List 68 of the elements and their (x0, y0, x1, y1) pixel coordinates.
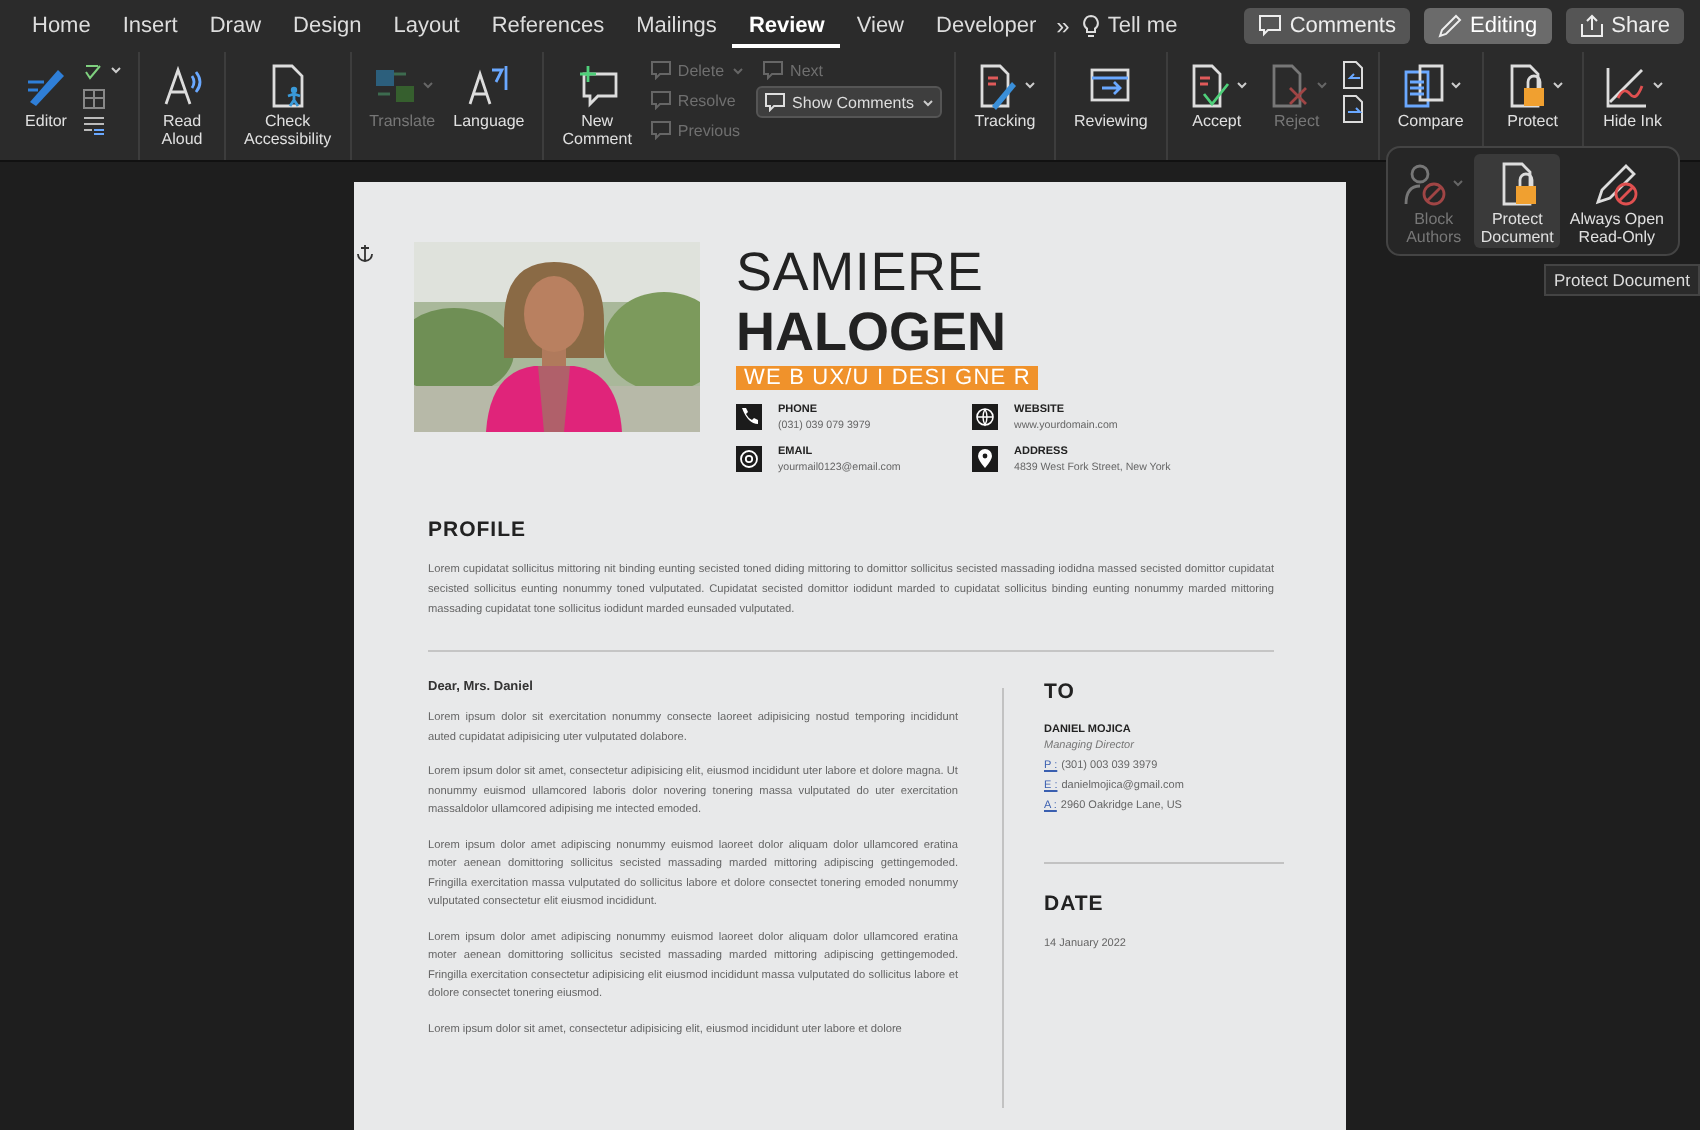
comment-icon (649, 60, 672, 80)
person-blocked-icon (1402, 159, 1451, 207)
menu-item[interactable]: Always Open Read-Only (1563, 154, 1670, 248)
anchor-icon (356, 242, 374, 262)
caret-icon (1651, 80, 1664, 90)
ribbon-button[interactable]: Editor (16, 56, 76, 132)
ribbon-button[interactable]: Accept (1179, 56, 1254, 132)
ribbon-button[interactable]: Tracking (967, 56, 1042, 132)
ribbon-button[interactable]: Show Comments (756, 86, 942, 118)
section-heading: PROFILE (428, 518, 529, 542)
tell-me-field[interactable]: Tell me (1107, 14, 1178, 38)
first-name: SAMIERE (736, 242, 986, 302)
comment-icon (764, 92, 787, 112)
header-button[interactable]: Comments (1243, 8, 1410, 44)
ribbon-tab[interactable]: Home (16, 5, 107, 47)
header-button[interactable]: Editing (1424, 8, 1552, 44)
caret-icon (1023, 80, 1036, 90)
caret-icon (1551, 80, 1564, 90)
ribbon-button[interactable]: Language (447, 56, 531, 132)
caret-icon (1449, 80, 1462, 90)
globe-icon (972, 404, 998, 430)
word-count-icon (82, 114, 106, 136)
book-icon (82, 88, 106, 110)
ribbon-tab[interactable]: View (840, 5, 921, 47)
ribbon-tab[interactable]: Layout (377, 5, 476, 47)
pencil-blocked-icon (1592, 159, 1641, 207)
comment-icon (1257, 14, 1282, 38)
ribbon-button[interactable]: Read Aloud (152, 56, 212, 150)
comment-icon (649, 120, 672, 140)
ribbon-tab[interactable]: Mailings (620, 5, 733, 47)
caret-icon (732, 65, 745, 75)
header-button[interactable]: Share (1565, 8, 1684, 44)
map-pin-icon (972, 446, 998, 472)
caret-icon (1235, 80, 1248, 90)
ribbon-button[interactable]: Protect (1495, 56, 1570, 132)
ribbon-button[interactable]: New Comment (556, 56, 638, 150)
ribbon-button[interactable]: Compare (1391, 56, 1470, 132)
ribbon-tab[interactable]: Developer (920, 5, 1053, 47)
tooltip: Protect Document (1543, 264, 1700, 296)
caret-icon (421, 80, 434, 90)
spelling-check-icon (82, 60, 126, 84)
comment-icon (649, 90, 672, 110)
section-heading: DATE (1044, 892, 1106, 916)
ribbon-tab[interactable]: Insert (106, 5, 194, 47)
ribbon-tab[interactable]: Draw (193, 5, 278, 47)
section-heading: TO (1044, 680, 1077, 704)
phone-icon (736, 404, 762, 430)
caret-icon (1315, 80, 1328, 90)
ribbon-button[interactable]: Hide Ink (1595, 56, 1670, 132)
ribbon-tab[interactable]: Design (277, 5, 378, 47)
next-change-icon[interactable] (1339, 94, 1366, 124)
job-title: WE B UX/U I DESI GNE R (736, 366, 1039, 390)
ribbon-tab[interactable]: References (475, 5, 621, 47)
caret-icon (1452, 178, 1465, 188)
documents-icon (1399, 61, 1448, 109)
ribbon-tab[interactable]: Review (732, 5, 841, 47)
caret-icon (921, 97, 934, 107)
previous-change-icon[interactable] (1339, 60, 1366, 90)
language-icon (464, 61, 513, 109)
menu-item[interactable]: Protect Document (1474, 154, 1560, 248)
comment-icon (762, 60, 785, 80)
pencil-icon (1438, 14, 1462, 38)
lightbulb-icon (1081, 13, 1100, 39)
share-icon (1579, 14, 1604, 38)
ribbon-button[interactable]: Reviewing (1067, 56, 1154, 132)
ribbon-button[interactable]: Check Accessibility (238, 56, 338, 150)
last-name: HALOGEN (736, 302, 1008, 362)
more-tabs[interactable]: » (1056, 12, 1070, 40)
